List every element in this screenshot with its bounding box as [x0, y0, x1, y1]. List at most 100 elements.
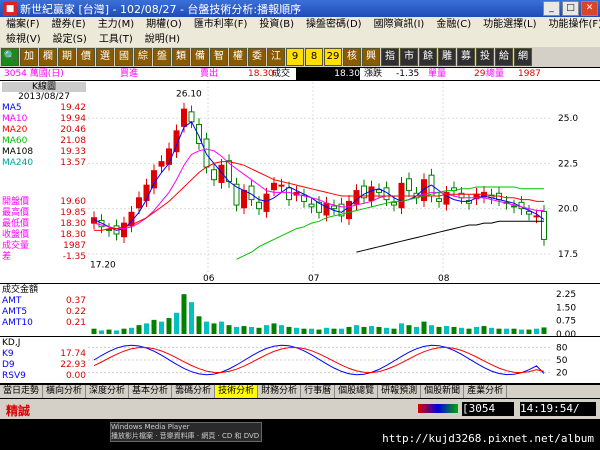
toolbar-button[interactable]: 加 — [20, 48, 38, 66]
candle-body — [136, 197, 142, 209]
menu-item[interactable]: 金融(C) — [430, 17, 477, 32]
tab-當日走勢[interactable]: 當日走勢 — [0, 385, 44, 398]
taskbar: Windows Media Player 播放影片檔案 · 音樂資料庫 · 網頁… — [0, 420, 600, 450]
toolbar-button[interactable]: 選 — [96, 48, 114, 66]
kline-x-axis: 06 07 08 — [203, 274, 450, 283]
tab-深度分析[interactable]: 深度分析 — [86, 385, 130, 398]
stock-code-input[interactable]: [3054 — [462, 402, 514, 416]
legend-row: MA20 20.46 — [2, 125, 86, 136]
window-title: 新世紀贏家 [台灣] - 102/08/27 - 台盤技術分析:播報順序 — [20, 2, 302, 16]
toolbar-button[interactable]: 指 — [381, 48, 399, 66]
ma-list: MA5 19.42 MA10 19.94 MA20 20.46 MA60 21.08 MA108… — [2, 103, 86, 169]
menu-item[interactable]: 工具(T) — [93, 32, 139, 47]
toolbar-button[interactable]: 權 — [229, 48, 247, 66]
tab-基本分析[interactable]: 基本分析 — [129, 385, 173, 398]
menu-item[interactable]: 操盤密碼(D) — [300, 17, 368, 32]
y-tick-label: 20.0 — [558, 205, 578, 215]
toolbar-button[interactable]: 網 — [514, 48, 532, 66]
toolbar-button[interactable]: 國 — [115, 48, 133, 66]
tab-產業分析[interactable]: 產業分析 — [464, 385, 508, 398]
amount-bar — [429, 325, 434, 334]
amount-bar — [226, 325, 232, 334]
legend-label: AMT10 — [2, 318, 33, 328]
toolbar-button[interactable]: 期 — [58, 48, 76, 66]
menu-item[interactable]: 說明(H) — [139, 32, 186, 47]
amount-bar — [144, 323, 149, 334]
toolbar-button[interactable]: 價 — [77, 48, 95, 66]
menu-item[interactable]: 檢視(V) — [0, 32, 47, 47]
amount-bar — [481, 326, 487, 334]
menu-item[interactable]: 功能選擇(L) — [477, 17, 542, 32]
analysis-tabs: 當日走勢 橫向分析 深度分析 基本分析 籌碼分析 技術分析 財務分析 行事曆 個股總覽 研報預測個… — [0, 385, 600, 398]
legend-value: 1987 — [63, 241, 86, 251]
toolbar-button[interactable]: 雕 — [438, 48, 456, 66]
toolbar-button[interactable]: 8 — [305, 48, 323, 66]
price-list: 開盤價 19.60 最高價 19.85 最低價 18.30 收盤價 18.30 成交量 1987 差… — [2, 197, 86, 263]
tab-個股總覽[interactable]: 個股總覽 — [335, 385, 379, 398]
amount-bar — [294, 327, 299, 334]
menu-item[interactable]: 國際資訊(I) — [368, 17, 431, 32]
toolbar-button[interactable]: 委 — [248, 48, 266, 66]
tab-研報預測[interactable]: 研報預測 — [378, 385, 422, 398]
toolbar-button[interactable]: 備 — [191, 48, 209, 66]
candle-body — [181, 108, 187, 127]
menu-item[interactable]: 投資(B) — [253, 17, 300, 32]
kd-chart[interactable] — [88, 339, 550, 381]
amount-bar — [369, 326, 374, 334]
menu-item[interactable]: 檔案(F) — [0, 17, 46, 32]
kd-legend: KD,J K9 17.74 D9 22.93 RSV9 0.00 — [2, 338, 86, 382]
toolbar-button[interactable]: 9 — [286, 48, 304, 66]
menu-item[interactable]: 期權(O) — [140, 17, 188, 32]
quote-bar: 3054 萬國(日) 買進 賣出 18.30 成交 18.30 漲跌 -1.35… — [0, 68, 600, 80]
minimize-button[interactable]: _ — [543, 1, 560, 16]
toolbar-button[interactable]: 盤 — [153, 48, 171, 66]
candle-body — [391, 201, 397, 206]
legend-label: D9 — [2, 360, 15, 370]
candle-body — [308, 203, 315, 208]
amount-chart[interactable] — [88, 286, 550, 334]
toolbar-button[interactable]: 給 — [495, 48, 513, 66]
x-tick-label: 08 — [438, 274, 450, 283]
toolbar-button[interactable]: 市 — [400, 48, 418, 66]
tab-籌碼分析[interactable]: 籌碼分析 — [172, 385, 216, 398]
legend-row: 差 -1.35 — [2, 252, 86, 263]
menu-item[interactable]: 功能操作(F) — [543, 17, 600, 32]
toolbar-button[interactable]: 類 — [172, 48, 190, 66]
toolbar-button[interactable]: 江 — [267, 48, 285, 66]
close-button[interactable]: ✕ — [581, 1, 598, 16]
amount-bar — [174, 312, 179, 334]
tab-技術分析[interactable]: 技術分析 — [215, 385, 259, 398]
legend-label: 最低價 — [2, 219, 30, 229]
candle-body — [203, 138, 210, 168]
watermark-url: http://kujd3268.pixnet.net/album — [382, 432, 594, 445]
toolbar-button[interactable]: 投 — [476, 48, 494, 66]
amount-bar — [309, 328, 314, 334]
menu-item[interactable]: 主力(M) — [92, 17, 140, 32]
amount-bar — [286, 326, 292, 334]
legend-label: 成交量 — [2, 241, 30, 251]
amount-bar — [91, 328, 97, 334]
tab-行事曆[interactable]: 行事曆 — [301, 385, 336, 398]
candle-body — [406, 178, 412, 192]
toolbar-button[interactable]: 核 — [343, 48, 361, 66]
toolbar-button[interactable]: 欄 — [39, 48, 57, 66]
amount-bar — [451, 326, 457, 334]
amount-bar — [271, 323, 277, 334]
search-icon[interactable]: 🔍 — [1, 48, 19, 66]
maximize-button[interactable]: □ — [562, 1, 579, 16]
kline-chart[interactable]: 26.10 17.20 — [88, 82, 550, 272]
tab-個股新聞[interactable]: 個股新聞 — [421, 385, 465, 398]
tab-財務分析[interactable]: 財務分析 — [258, 385, 302, 398]
toolbar-button[interactable]: 興 — [362, 48, 380, 66]
menu-item[interactable]: 設定(S) — [47, 32, 93, 47]
menu-item[interactable]: 匯市利率(F) — [188, 17, 254, 32]
toolbar-button[interactable]: 募 — [457, 48, 475, 66]
stock-code-name: 3054 萬國(日) — [4, 69, 64, 79]
toolbar-button[interactable]: 餘 — [419, 48, 437, 66]
media-player-tooltip[interactable]: Windows Media Player 播放影片檔案 · 音樂資料庫 · 網頁… — [110, 422, 262, 442]
menu-item[interactable]: 證券(E) — [46, 17, 92, 32]
toolbar-button[interactable]: 29 — [324, 48, 342, 66]
toolbar-button[interactable]: 智 — [210, 48, 228, 66]
toolbar-button[interactable]: 綜 — [134, 48, 152, 66]
tab-橫向分析[interactable]: 橫向分析 — [43, 385, 87, 398]
